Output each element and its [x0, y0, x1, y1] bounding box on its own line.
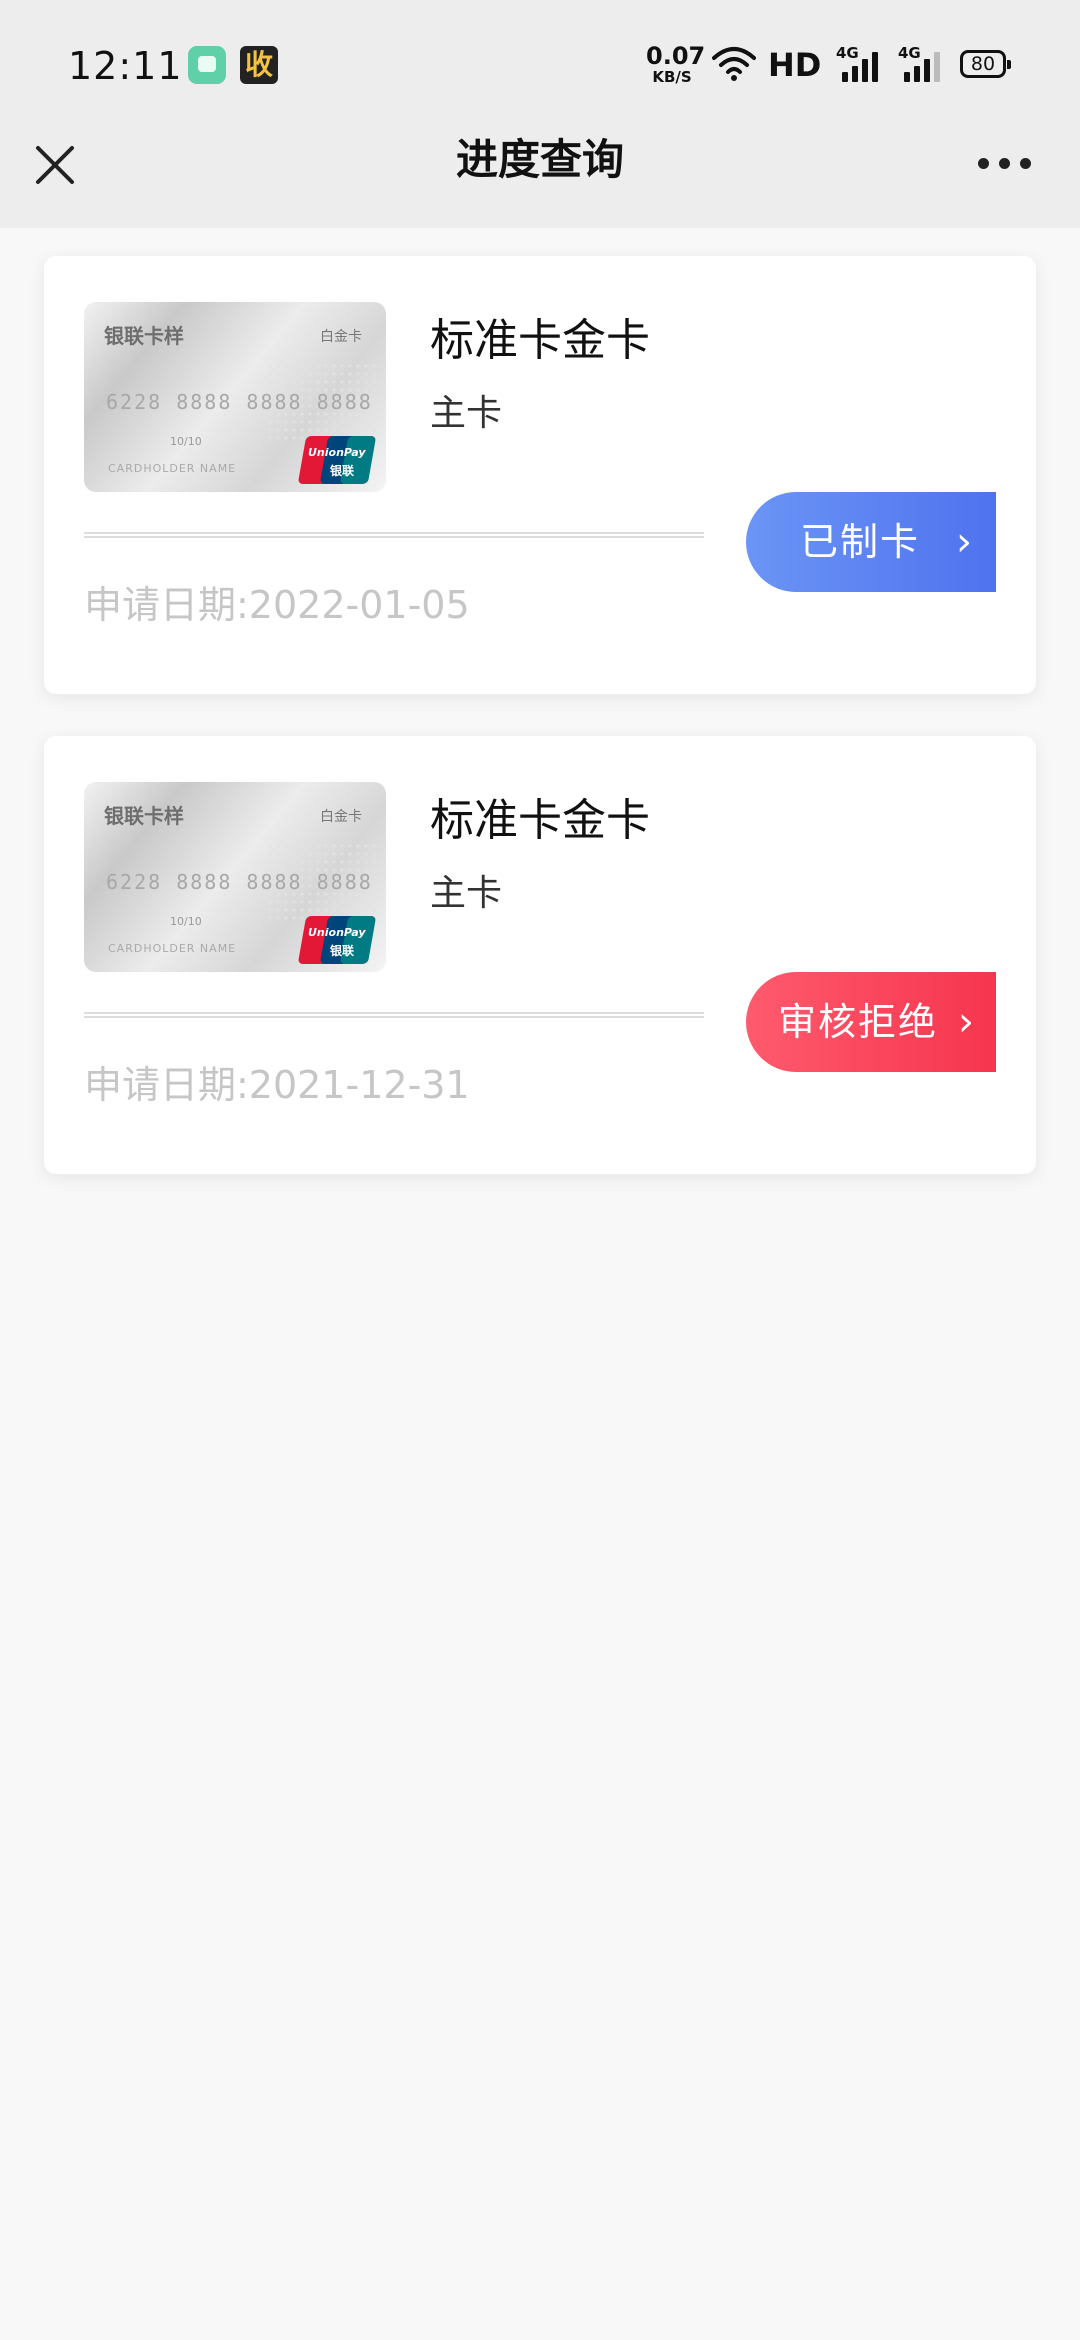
bank-card-valid: 10/10: [170, 915, 202, 928]
status-label: 已制卡: [800, 520, 921, 564]
signal-1-icon: 4G: [836, 44, 886, 84]
bank-card-image: 银联卡样 白金卡 6228 8888 8888 8888 10/10 CARDH…: [84, 302, 386, 492]
battery-icon: 80: [960, 50, 1011, 78]
bank-card-tier: 白金卡: [320, 809, 362, 825]
status-label: 审核拒绝: [778, 1000, 939, 1044]
network-speed-unit: KB/S: [652, 68, 692, 86]
bank-card-valid: 10/10: [170, 435, 202, 448]
bank-card-tier: 白金卡: [320, 329, 362, 345]
bank-card-image: 银联卡样 白金卡 6228 8888 8888 8888 10/10 CARDH…: [84, 782, 386, 972]
nav-bar: 进度查询: [0, 132, 1080, 228]
card-type: 主卡: [430, 393, 503, 434]
status-time: 12:11: [68, 44, 183, 88]
network-speed: 0.07 KB/S: [646, 42, 706, 86]
bank-card-number: 6228 8888 8888 8888: [106, 870, 373, 894]
chevron-right-icon: ›: [956, 519, 972, 565]
application-card[interactable]: 银联卡样 白金卡 6228 8888 8888 8888 10/10 CARDH…: [44, 736, 1036, 1174]
wifi-icon: [712, 47, 756, 81]
signal-2-label: 4G: [898, 44, 921, 62]
card-name: 标准卡金卡: [430, 795, 650, 846]
chevron-right-icon: ›: [958, 999, 974, 1045]
bank-card-holder: CARDHOLDER NAME: [108, 462, 237, 475]
status-button-made[interactable]: 已制卡 ›: [746, 492, 996, 592]
unionpay-logo: UnionPay 银联: [297, 916, 377, 964]
signal-2-icon: 4G: [898, 44, 948, 84]
unionpay-logo: UnionPay 银联: [297, 436, 377, 484]
apply-date: 申请日期:2021-12-31: [84, 1063, 470, 1107]
card-name: 标准卡金卡: [430, 315, 650, 366]
network-speed-value: 0.07: [646, 42, 706, 70]
divider: [84, 532, 704, 538]
bank-card-number: 6228 8888 8888 8888: [106, 390, 373, 414]
signal-1-label: 4G: [836, 44, 859, 62]
hd-indicator: HD: [768, 46, 822, 84]
apply-date: 申请日期:2022-01-05: [84, 583, 470, 627]
more-icon[interactable]: [978, 158, 1032, 170]
status-button-rejected[interactable]: 审核拒绝 ›: [746, 972, 996, 1072]
bank-card-title: 银联卡样: [104, 324, 184, 348]
card-type: 主卡: [430, 873, 503, 914]
page-title: 进度查询: [455, 135, 624, 184]
status-bar: 12:11 收 0.07 KB/S HD 4G 4G 80: [0, 0, 1080, 132]
divider: [84, 1012, 704, 1018]
application-card[interactable]: 银联卡样 白金卡 6228 8888 8888 8888 10/10 CARDH…: [44, 256, 1036, 694]
app-notification-icon: [188, 46, 226, 84]
bank-card-title: 银联卡样: [104, 804, 184, 828]
bank-card-holder: CARDHOLDER NAME: [108, 942, 237, 955]
app-shou-icon: 收: [240, 46, 278, 84]
